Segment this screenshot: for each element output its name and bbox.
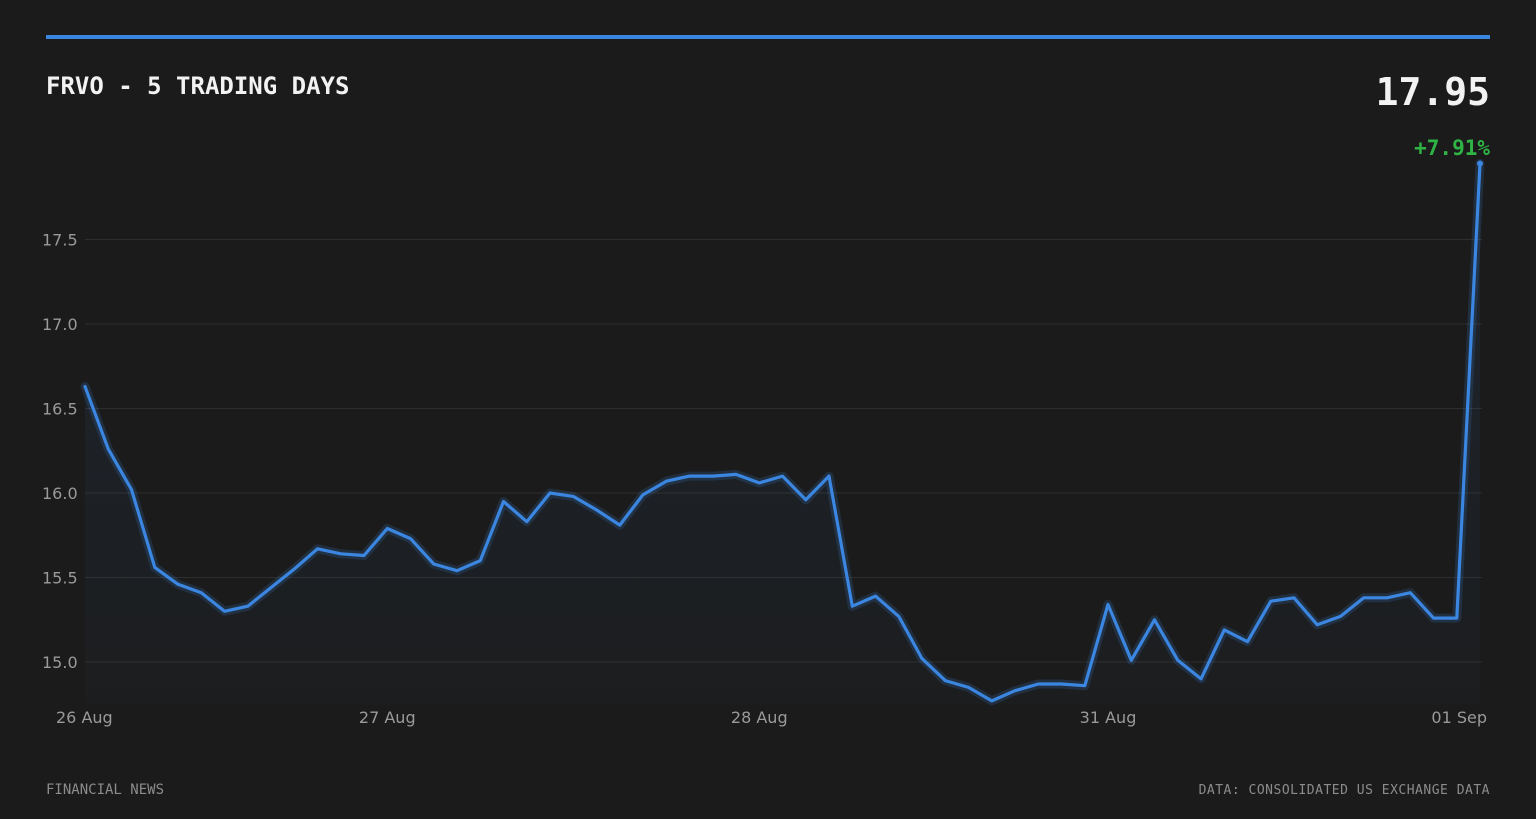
x-tick-label: 31 Aug [1080, 708, 1137, 727]
last-price-marker [1477, 160, 1483, 167]
y-axis-tick-labels: 15.0 15.5 16.0 16.5 17.0 17.5 [42, 231, 78, 673]
y-tick-label: 17.0 [42, 315, 78, 334]
x-tick-label: 26 Aug [56, 708, 113, 727]
y-tick-label: 16.5 [42, 400, 78, 419]
x-tick-label: 27 Aug [359, 708, 416, 727]
x-tick-label: 01 Sep [1431, 708, 1487, 727]
y-tick-label: 15.0 [42, 653, 78, 672]
data-source-note: DATA: CONSOLIDATED US EXCHANGE DATA [1198, 783, 1490, 798]
x-tick-label: 28 Aug [731, 708, 788, 727]
y-tick-label: 16.0 [42, 484, 78, 503]
area-fill [85, 163, 1480, 705]
y-tick-label: 17.5 [42, 231, 78, 250]
price-line-chart: 15.0 15.5 16.0 16.5 17.0 17.5 26 Aug 27 Aug 28 … [42, 159, 1487, 727]
x-axis-tick-labels: 26 Aug 27 Aug 28 Aug 31 Aug 01 Sep [56, 708, 1487, 727]
source-brand: FINANCIAL NEWS [46, 782, 165, 798]
price-series [80, 159, 1485, 706]
y-tick-label: 15.5 [42, 569, 78, 588]
